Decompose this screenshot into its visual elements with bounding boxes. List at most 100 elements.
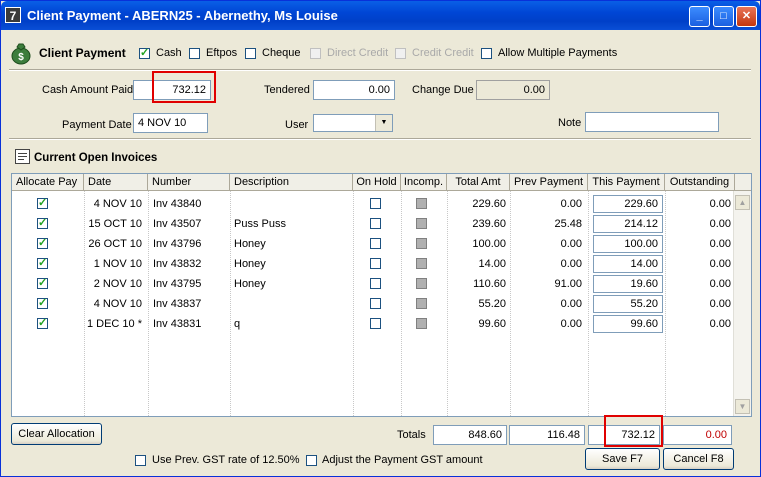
- maximize-button[interactable]: □: [713, 6, 734, 27]
- app-icon[interactable]: 7: [5, 7, 21, 23]
- this-payment-input[interactable]: 99.60: [593, 315, 663, 333]
- invoice-number: Inv 43507: [153, 218, 202, 230]
- column-header-date[interactable]: Date: [84, 174, 148, 191]
- incomplete-checkbox: [416, 258, 427, 269]
- allocate-pay-checkbox[interactable]: [37, 236, 48, 249]
- incomplete-checkbox: [416, 318, 427, 329]
- on-hold-checkbox[interactable]: [370, 278, 381, 289]
- on-hold-checkbox[interactable]: [370, 218, 381, 229]
- note-input[interactable]: [585, 112, 719, 132]
- invoice-date: 1 NOV 10: [93, 258, 142, 270]
- tendered-input[interactable]: 0.00: [313, 80, 395, 100]
- invoice-number: Inv 43832: [153, 258, 202, 270]
- invoice-outstanding: 0.00: [709, 258, 731, 270]
- scroll-down-arrow-icon[interactable]: ▼: [735, 399, 750, 414]
- this-payment-input[interactable]: 100.00: [593, 235, 663, 253]
- allocate-pay-checkbox[interactable]: [37, 196, 48, 209]
- on-hold-checkbox[interactable]: [370, 318, 381, 329]
- allocate-pay-checkbox[interactable]: [37, 296, 48, 309]
- save-button[interactable]: Save F7: [585, 448, 660, 470]
- eftpos-label[interactable]: Eftpos: [206, 47, 237, 59]
- this-payment-input[interactable]: 14.00: [593, 255, 663, 273]
- cash-checkbox[interactable]: [139, 46, 150, 59]
- this-payment-input[interactable]: 229.60: [593, 195, 663, 213]
- invoice-date: 4 NOV 10: [93, 298, 142, 310]
- table-row[interactable]: 4 NOV 10 Inv 43840 229.60 0.00 229.60 0.00: [12, 194, 734, 214]
- invoice-number: Inv 43796: [153, 238, 202, 250]
- this-payment-input[interactable]: 19.60: [593, 275, 663, 293]
- note-label: Note: [558, 117, 582, 129]
- invoice-outstanding: 0.00: [709, 278, 731, 290]
- cheque-label[interactable]: Cheque: [262, 47, 301, 59]
- invoice-outstanding: 0.00: [709, 298, 731, 310]
- adjust-gst-checkbox[interactable]: [306, 455, 317, 466]
- column-header-this-payment[interactable]: This Payment: [588, 174, 665, 191]
- client-payment-window: 7 Client Payment - ABERN25 - Abernethy, …: [0, 0, 761, 477]
- divider: [9, 69, 751, 71]
- chevron-down-icon[interactable]: ▼: [375, 115, 392, 131]
- scroll-up-arrow-icon[interactable]: ▲: [735, 195, 750, 210]
- allocate-pay-checkbox[interactable]: [37, 316, 48, 329]
- vertical-scrollbar[interactable]: ▲ ▼: [733, 191, 751, 416]
- invoice-number: Inv 43831: [153, 318, 202, 330]
- table-row[interactable]: 15 OCT 10 Inv 43507 Puss Puss 239.60 25.48 21…: [12, 214, 734, 234]
- this-payment-input[interactable]: 55.20: [593, 295, 663, 313]
- invoice-number: Inv 43837: [153, 298, 202, 310]
- invoice-date: 4 NOV 10: [93, 198, 142, 210]
- column-header-allocate[interactable]: Allocate Pay: [12, 174, 84, 191]
- incomplete-checkbox: [416, 198, 427, 209]
- title-bar[interactable]: 7 Client Payment - ABERN25 - Abernethy, …: [1, 1, 760, 30]
- total-outstanding-value: 0.00: [663, 425, 732, 445]
- incomplete-checkbox: [416, 298, 427, 309]
- allocate-pay-checkbox[interactable]: [37, 256, 48, 269]
- incomplete-checkbox: [416, 218, 427, 229]
- on-hold-checkbox[interactable]: [370, 298, 381, 309]
- allow-multiple-payments-checkbox[interactable]: [481, 48, 492, 59]
- clear-allocation-button[interactable]: Clear Allocation: [11, 423, 102, 445]
- this-payment-input[interactable]: 214.12: [593, 215, 663, 233]
- divider: [9, 138, 751, 140]
- cancel-button[interactable]: Cancel F8: [663, 448, 734, 470]
- invoice-prev-payment: 0.00: [560, 198, 582, 210]
- on-hold-checkbox[interactable]: [370, 258, 381, 269]
- invoice-date: 1 DEC 10 *: [86, 318, 142, 330]
- invoice-total-amt: 14.00: [478, 258, 506, 270]
- invoice-outstanding: 0.00: [709, 318, 731, 330]
- table-row[interactable]: 4 NOV 10 Inv 43837 55.20 0.00 55.20 0.00: [12, 294, 734, 314]
- cash-label[interactable]: Cash: [156, 47, 182, 59]
- minimize-button[interactable]: _: [689, 6, 710, 27]
- prev-gst-rate-checkbox[interactable]: [135, 455, 146, 466]
- column-header-description[interactable]: Description: [230, 174, 353, 191]
- invoice-total-amt: 110.60: [473, 278, 506, 290]
- payment-date-input[interactable]: 4 NOV 10: [133, 113, 208, 133]
- allocate-pay-checkbox[interactable]: [37, 276, 48, 289]
- close-button[interactable]: ✕: [736, 6, 757, 27]
- allow-multiple-payments-label[interactable]: Allow Multiple Payments: [498, 47, 617, 59]
- table-row[interactable]: 1 DEC 10 * Inv 43831 q 99.60 0.00 99.60 0.00: [12, 314, 734, 334]
- column-header-outstanding[interactable]: Outstanding: [665, 174, 735, 191]
- eftpos-checkbox[interactable]: [189, 48, 200, 59]
- user-select[interactable]: ▼: [313, 114, 393, 132]
- column-header-prev-payment[interactable]: Prev Payment: [510, 174, 588, 191]
- table-row[interactable]: 2 NOV 10 Inv 43795 Honey 110.60 91.00 19.60 0.…: [12, 274, 734, 294]
- invoice-description: Honey: [234, 258, 266, 270]
- cheque-checkbox[interactable]: [245, 48, 256, 59]
- column-header-number[interactable]: Number: [148, 174, 230, 191]
- payment-date-label: Payment Date: [62, 119, 132, 131]
- column-header-incomp[interactable]: Incomp.: [401, 174, 447, 191]
- invoice-outstanding: 0.00: [709, 218, 731, 230]
- column-header-on-hold[interactable]: On Hold: [353, 174, 401, 191]
- invoices-table[interactable]: Allocate Pay Date Number Description On …: [11, 173, 752, 417]
- table-row[interactable]: 26 OCT 10 Inv 43796 Honey 100.00 0.00 100.00 0…: [12, 234, 734, 254]
- adjust-gst-label[interactable]: Adjust the Payment GST amount: [322, 454, 483, 466]
- on-hold-checkbox[interactable]: [370, 198, 381, 209]
- table-row[interactable]: 1 NOV 10 Inv 43832 Honey 14.00 0.00 14.00 0.00: [12, 254, 734, 274]
- allocate-pay-checkbox[interactable]: [37, 216, 48, 229]
- total-prev-payment-value: 116.48: [509, 425, 585, 445]
- prev-gst-rate-label[interactable]: Use Prev. GST rate of 12.50%: [152, 454, 300, 466]
- total-this-payment-highlight: [604, 415, 663, 447]
- invoice-date: 2 NOV 10: [93, 278, 142, 290]
- on-hold-checkbox[interactable]: [370, 238, 381, 249]
- column-header-total-amt[interactable]: Total Amt: [447, 174, 510, 191]
- credit-credit-label: Credit Credit: [412, 47, 474, 59]
